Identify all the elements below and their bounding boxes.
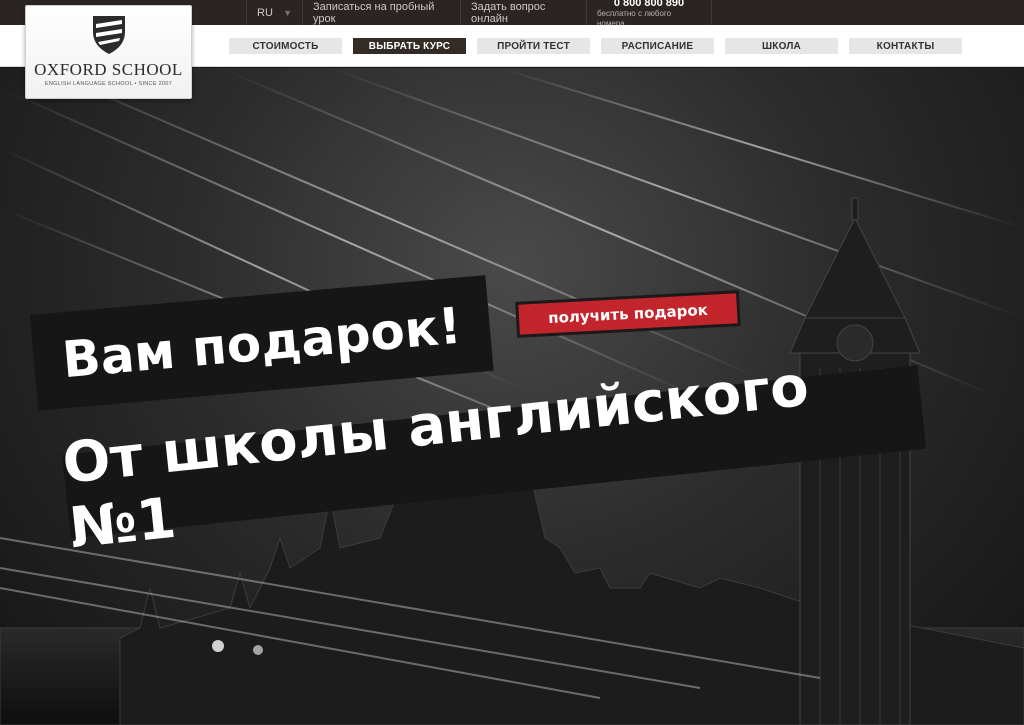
language-label: RU <box>257 6 273 19</box>
nav-item-school[interactable]: ШКОЛА <box>725 38 838 54</box>
language-selector[interactable]: RU ▼ <box>246 0 302 25</box>
nav-item-contacts[interactable]: КОНТАКТЫ <box>849 38 962 54</box>
nav-item-take-test[interactable]: ПРОЙТИ ТЕСТ <box>477 38 590 54</box>
ask-question-link[interactable]: Задать вопрос онлайн <box>460 0 586 25</box>
logo[interactable]: OXFORD SCHOOL ENGLISH LANGUAGE SCHOOL • … <box>25 5 192 99</box>
nav-item-price[interactable]: СТОИМОСТЬ <box>229 38 342 54</box>
phone-block[interactable]: 0 800 800 890 бесплатно с любого номера <box>586 0 712 28</box>
shield-logo-icon <box>92 16 125 54</box>
nav-item-schedule[interactable]: РАСПИСАНИЕ <box>601 38 714 54</box>
phone-number[interactable]: 0 800 800 890 <box>614 0 684 9</box>
logo-tagline: ENGLISH LANGUAGE SCHOOL • SINCE 2007 <box>44 81 173 87</box>
logo-name: OXFORD SCHOOL <box>34 60 183 79</box>
hero-banner: Вам подарок! От школы английского №1 пол… <box>0 68 1024 725</box>
nav-item-choose-course[interactable]: ВЫБРАТЬ КУРС <box>353 38 466 54</box>
chevron-down-icon: ▼ <box>283 7 292 18</box>
trial-lesson-link[interactable]: Записаться на пробный урок <box>302 0 460 25</box>
